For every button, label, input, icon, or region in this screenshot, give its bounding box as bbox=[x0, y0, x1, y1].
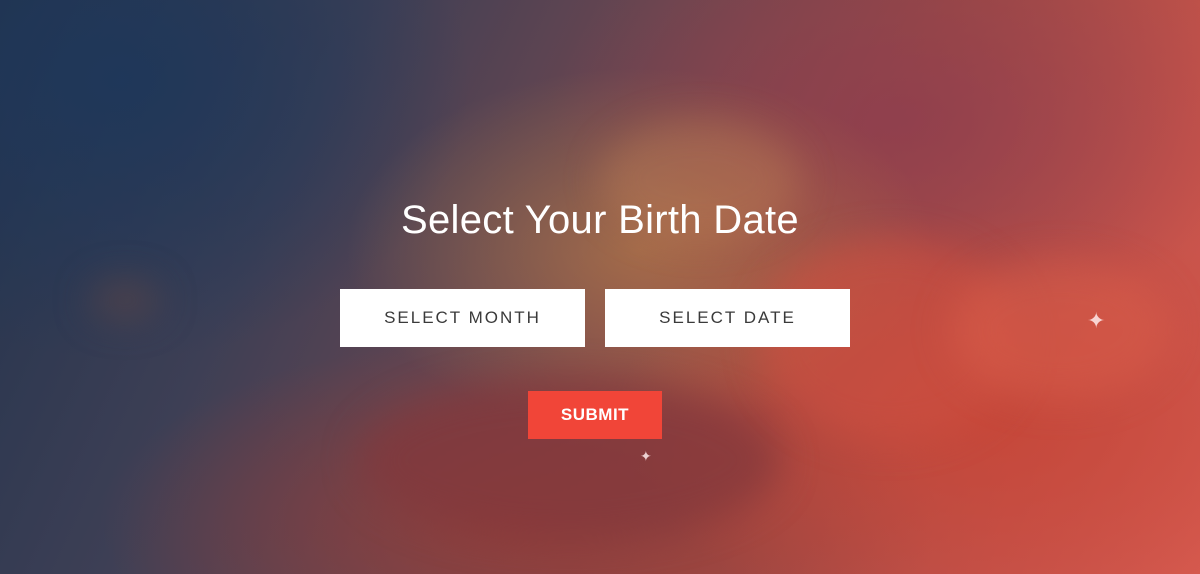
date-select-label: SELECT DATE bbox=[659, 308, 796, 327]
nebula-cloud bbox=[950, 260, 1170, 400]
date-select[interactable]: SELECT DATE bbox=[605, 289, 850, 347]
page-title: Select Your Birth Date bbox=[401, 198, 799, 242]
nebula-background: ✦ ✦ Select Your Birth Date SELECT MONTH … bbox=[0, 0, 1200, 574]
submit-button[interactable]: SUBMIT bbox=[528, 391, 662, 439]
star-sparkle-icon: ✦ bbox=[640, 448, 652, 464]
month-select[interactable]: SELECT MONTH bbox=[340, 289, 585, 347]
star-sparkle-icon: ✦ bbox=[1087, 308, 1106, 333]
month-select-label: SELECT MONTH bbox=[384, 308, 541, 327]
nebula-cloud bbox=[90, 280, 160, 320]
